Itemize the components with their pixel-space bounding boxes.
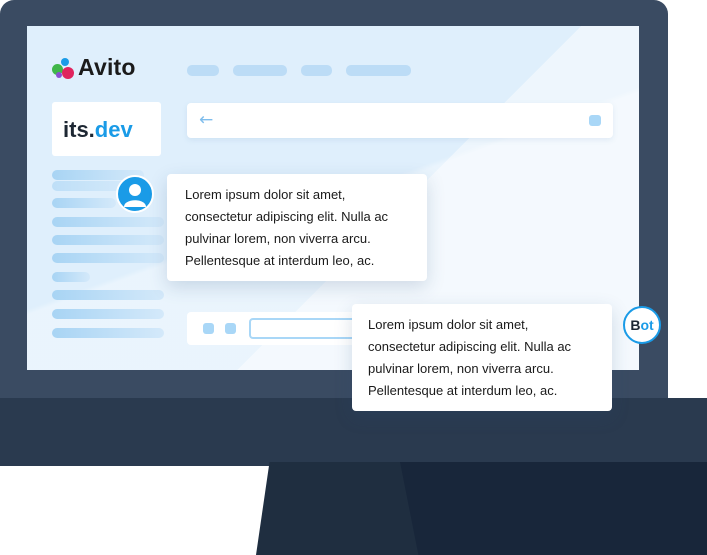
message-line: Pellentesque at interdum leo, ac. (368, 383, 558, 398)
bot-label-part1: B (630, 317, 641, 333)
monitor-stand-shadow (400, 462, 707, 555)
nav-item-4[interactable] (346, 65, 411, 76)
user-avatar (116, 175, 154, 213)
avito-logo-icon (52, 58, 76, 80)
sidebar-item[interactable] (52, 328, 164, 338)
address-bar-action-icon[interactable] (589, 115, 601, 126)
nav-item-3[interactable] (301, 65, 332, 76)
sidebar-item[interactable] (52, 272, 90, 282)
sidebar-item[interactable] (52, 217, 164, 227)
user-icon (124, 184, 146, 207)
sidebar-item[interactable] (52, 198, 116, 208)
message-line: consectetur adipiscing elit. Nulla ac (185, 209, 389, 224)
bot-avatar: Bot (623, 306, 661, 344)
user-message-bubble: Lorem ipsum dolor sit amet, consectetur … (167, 174, 427, 281)
message-line: Lorem ipsum dolor sit amet, (185, 187, 346, 202)
sidebar-item[interactable] (52, 235, 164, 245)
sidebar-item[interactable] (52, 309, 164, 319)
message-line: Lorem ipsum dolor sit amet, (368, 317, 529, 332)
message-composer (187, 312, 373, 345)
nav-item-2[interactable] (233, 65, 287, 76)
itsdev-logo-card[interactable]: its.dev (52, 102, 161, 156)
brand-text-part2: dev (94, 117, 133, 142)
message-line: Pellentesque at interdum leo, ac. (185, 253, 375, 268)
attach-icon[interactable] (203, 323, 214, 334)
arrow-left-icon[interactable]: ← (199, 110, 213, 130)
nav-item-1[interactable] (187, 65, 219, 76)
logo-text: Avito (78, 54, 136, 80)
emoji-icon[interactable] (225, 323, 236, 334)
bot-label-part2: ot (640, 317, 654, 333)
sidebar-item[interactable] (52, 290, 164, 300)
message-line: pulvinar lorem, non viverra arcu. (368, 361, 554, 376)
message-line: pulvinar lorem, non viverra arcu. (185, 231, 371, 246)
bot-message-bubble: Lorem ipsum dolor sit amet, consectetur … (352, 304, 612, 411)
sidebar-item[interactable] (52, 253, 164, 263)
address-bar[interactable]: ← (187, 103, 613, 138)
message-line: consectetur adipiscing elit. Nulla ac (368, 339, 572, 354)
brand-text-part1: its. (63, 117, 95, 142)
avito-logo[interactable]: Avito (52, 54, 162, 82)
